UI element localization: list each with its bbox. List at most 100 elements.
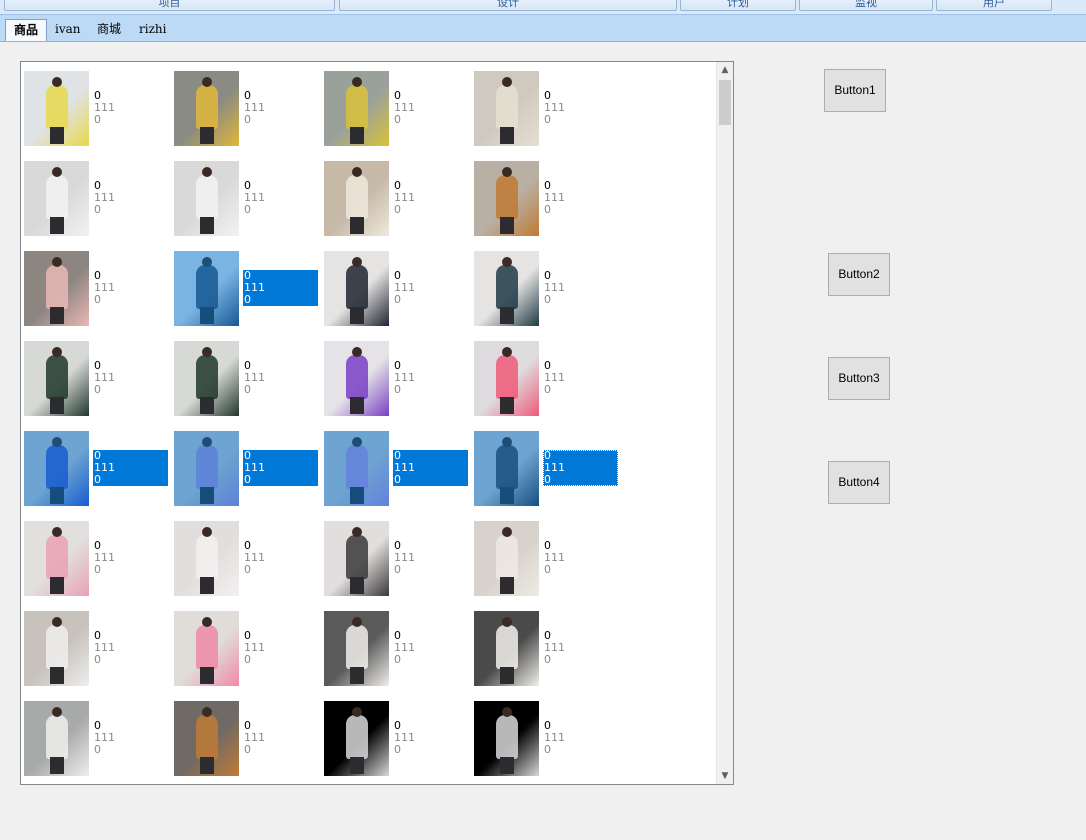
product-item[interactable]: 0 111 0 xyxy=(174,701,320,779)
product-label-line3: 0 xyxy=(94,653,101,666)
product-item[interactable]: 0 111 0 xyxy=(324,251,470,329)
product-item[interactable]: 0 111 0 xyxy=(324,611,470,689)
tab-mall[interactable]: 商城 xyxy=(89,19,129,40)
product-item[interactable]: 0 111 0 xyxy=(174,251,320,329)
product-label: 0 111 0 xyxy=(393,360,468,396)
product-item[interactable]: 0 111 0 xyxy=(474,611,620,689)
button-1[interactable]: Button1 xyxy=(824,69,886,112)
product-label-line3: 0 xyxy=(394,293,401,306)
product-thumbnail xyxy=(24,251,89,326)
product-label: 0 111 0 xyxy=(243,630,318,666)
product-label: 0 111 0 xyxy=(93,180,168,216)
product-label-line3: 0 xyxy=(244,653,251,666)
product-item[interactable]: 0 111 0 xyxy=(324,431,470,509)
product-label: 0 111 0 xyxy=(93,270,168,306)
product-thumbnail xyxy=(174,431,239,506)
scroll-up-arrow-icon[interactable]: ▲ xyxy=(717,62,733,78)
product-label-line2: 111 xyxy=(94,371,115,384)
product-label-line3: 0 xyxy=(94,113,101,126)
product-item[interactable]: 0 111 0 xyxy=(24,611,170,689)
vertical-scrollbar[interactable]: ▲ ▼ xyxy=(716,62,733,784)
product-label: 0 111 0 xyxy=(543,90,618,126)
product-label: 0 111 0 xyxy=(393,720,468,756)
tab-ivan[interactable]: ivan xyxy=(47,19,89,40)
tab-products[interactable]: 商品 xyxy=(5,19,48,41)
product-item[interactable]: 0 111 0 xyxy=(24,521,170,599)
product-item[interactable]: 0 111 0 xyxy=(474,341,620,419)
product-item[interactable]: 0 111 0 xyxy=(324,341,470,419)
product-item[interactable]: 0 111 0 xyxy=(24,71,170,149)
product-label-line3: 0 xyxy=(94,743,101,756)
product-list-view[interactable]: 0 111 0 0 111 0 0 111 0 0 111 0 0 111 0 0 111 0 0 111 0 0 111 0… xyxy=(20,61,734,785)
product-thumbnail xyxy=(474,251,539,326)
product-label: 0 111 0 xyxy=(93,540,168,576)
product-label-line2: 111 xyxy=(544,641,565,654)
product-label: 0 111 0 xyxy=(93,630,168,666)
product-thumbnail xyxy=(24,341,89,416)
product-item[interactable]: 0 111 0 xyxy=(24,161,170,239)
product-item[interactable]: 0 111 0 xyxy=(174,341,320,419)
product-label-line3: 0 xyxy=(394,383,401,396)
product-label: 0 111 0 xyxy=(543,720,618,756)
product-item[interactable]: 0 111 0 xyxy=(174,431,320,509)
menu-item-monitor[interactable]: 监视 xyxy=(799,0,933,11)
product-item[interactable]: 0 111 0 xyxy=(474,431,620,509)
product-label-line3: 0 xyxy=(94,473,101,486)
scroll-down-arrow-icon[interactable]: ▼ xyxy=(717,768,733,784)
product-label: 0 111 0 xyxy=(543,450,618,486)
product-item[interactable]: 0 111 0 xyxy=(174,71,320,149)
product-label-line2: 111 xyxy=(394,731,415,744)
product-label: 0 111 0 xyxy=(93,720,168,756)
product-label: 0 111 0 xyxy=(243,720,318,756)
product-label-line2: 111 xyxy=(244,281,265,294)
product-label-line2: 111 xyxy=(394,281,415,294)
menu-item-project[interactable]: 项目 xyxy=(4,0,335,11)
product-label: 0 111 0 xyxy=(543,180,618,216)
product-item[interactable]: 0 111 0 xyxy=(174,521,320,599)
product-label-line3: 0 xyxy=(544,203,551,216)
product-item[interactable]: 0 111 0 xyxy=(324,161,470,239)
product-item[interactable]: 0 111 0 xyxy=(474,701,620,779)
product-label-line3: 0 xyxy=(394,203,401,216)
product-thumbnail xyxy=(24,611,89,686)
product-label-line3: 0 xyxy=(544,473,551,486)
product-label-line2: 111 xyxy=(94,461,115,474)
product-label-line3: 0 xyxy=(244,293,251,306)
product-item[interactable]: 0 111 0 xyxy=(324,701,470,779)
product-label-line3: 0 xyxy=(244,383,251,396)
product-label-line3: 0 xyxy=(544,653,551,666)
product-item[interactable]: 0 111 0 xyxy=(24,431,170,509)
menu-item-user[interactable]: 用户 xyxy=(936,0,1052,11)
product-item[interactable]: 0 111 0 xyxy=(324,71,470,149)
product-label-line2: 111 xyxy=(544,551,565,564)
button-2[interactable]: Button2 xyxy=(828,253,890,296)
product-thumbnail xyxy=(174,701,239,776)
scroll-thumb[interactable] xyxy=(719,80,731,125)
product-item[interactable]: 0 111 0 xyxy=(174,611,320,689)
button-4[interactable]: Button4 xyxy=(828,461,890,504)
menu-item-plan[interactable]: 计划 xyxy=(680,0,796,11)
product-label-line2: 111 xyxy=(94,641,115,654)
product-label-line2: 111 xyxy=(244,731,265,744)
product-thumbnail xyxy=(174,611,239,686)
product-item[interactable]: 0 111 0 xyxy=(474,521,620,599)
product-label-line2: 111 xyxy=(94,191,115,204)
product-item[interactable]: 0 111 0 xyxy=(474,251,620,329)
product-item[interactable]: 0 111 0 xyxy=(324,521,470,599)
product-label-line2: 111 xyxy=(544,101,565,114)
menu-item-design[interactable]: 设计 xyxy=(339,0,677,11)
product-item[interactable]: 0 111 0 xyxy=(474,161,620,239)
product-label-line2: 111 xyxy=(244,371,265,384)
product-item[interactable]: 0 111 0 xyxy=(24,251,170,329)
product-item[interactable]: 0 111 0 xyxy=(24,701,170,779)
product-item[interactable]: 0 111 0 xyxy=(474,71,620,149)
product-item[interactable]: 0 111 0 xyxy=(174,161,320,239)
product-label-line3: 0 xyxy=(244,473,251,486)
tab-rizhi[interactable]: rizhi xyxy=(131,19,174,40)
product-item[interactable]: 0 111 0 xyxy=(24,341,170,419)
button-3[interactable]: Button3 xyxy=(828,357,890,400)
product-label: 0 111 0 xyxy=(243,270,318,306)
product-label: 0 111 0 xyxy=(93,360,168,396)
product-thumbnail xyxy=(174,251,239,326)
product-label: 0 111 0 xyxy=(243,180,318,216)
